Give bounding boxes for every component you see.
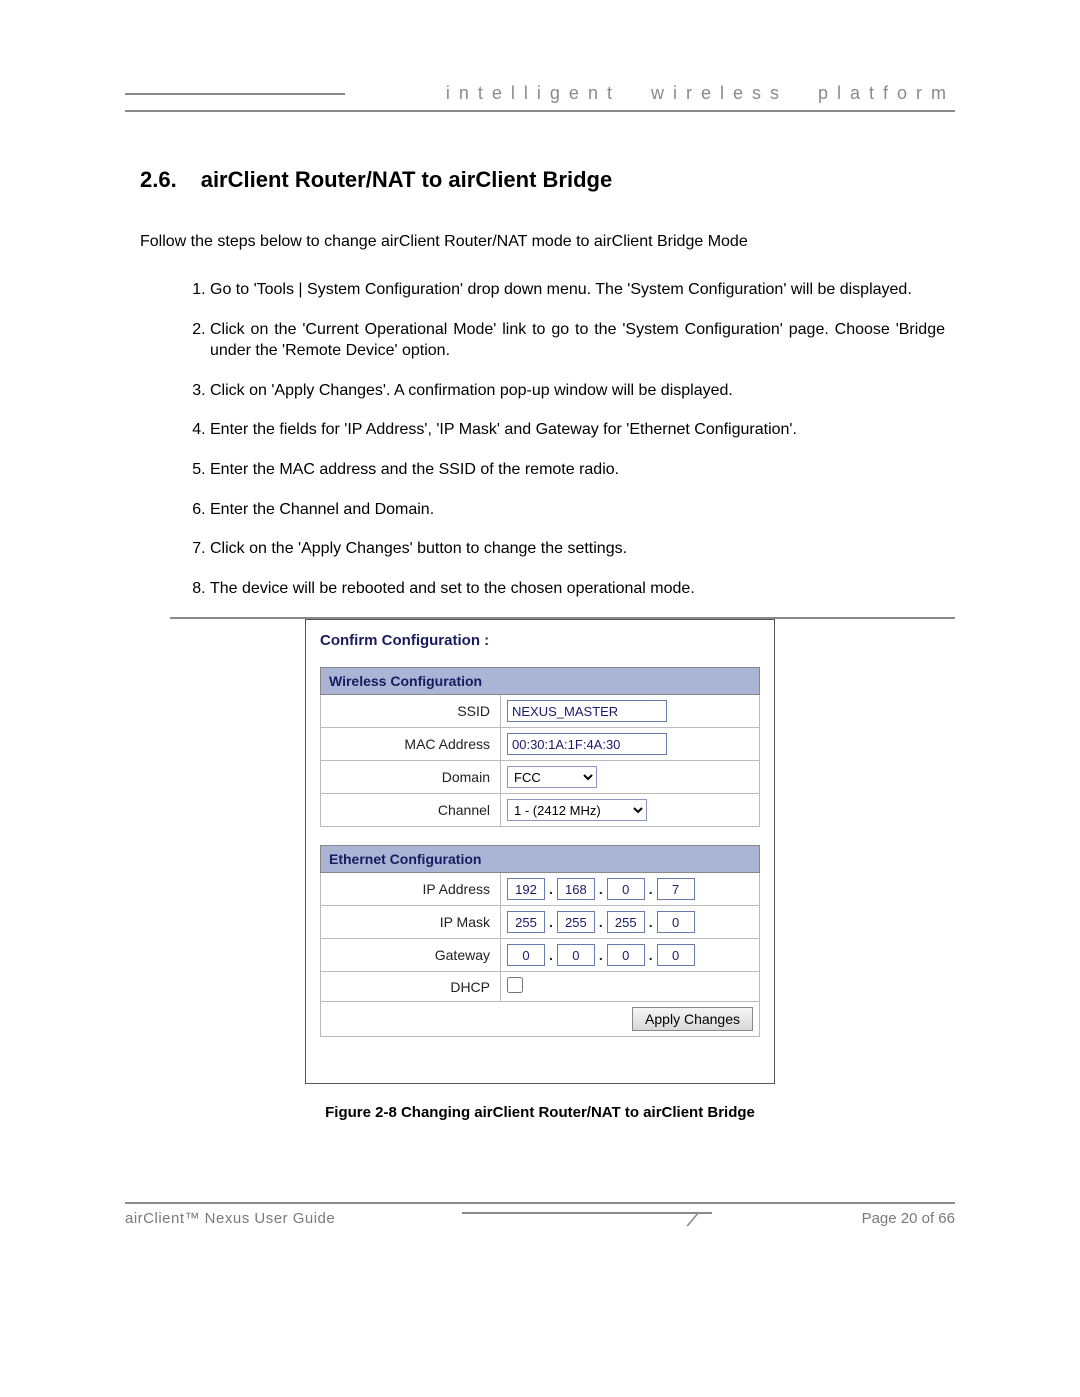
footer-rule [335, 1218, 861, 1219]
ssid-input[interactable] [507, 700, 667, 722]
mask-octet-2[interactable] [557, 911, 595, 933]
ip-label: IP Address [321, 873, 501, 906]
mask-value: ... [501, 906, 760, 939]
mask-octet-1[interactable] [507, 911, 545, 933]
ip-octet-1[interactable] [507, 878, 545, 900]
gateway-value: ... [501, 939, 760, 972]
page-header: intelligent wireless platform [125, 83, 955, 112]
steps-list: Go to 'Tools | System Configuration' dro… [210, 279, 945, 599]
section-title-text: airClient Router/NAT to airClient Bridge [201, 167, 613, 192]
ethernet-config-table: Ethernet Configuration IP Address ... IP… [320, 845, 760, 1037]
ip-octet-4[interactable] [657, 878, 695, 900]
footer-guide-name: airClient™ Nexus User Guide [125, 1210, 335, 1227]
dhcp-checkbox[interactable] [507, 977, 523, 993]
section-intro: Follow the steps below to change airClie… [140, 233, 955, 251]
figure-caption: Figure 2-8 Changing airClient Router/NAT… [125, 1104, 955, 1121]
gw-octet-1[interactable] [507, 944, 545, 966]
ethernet-config-header: Ethernet Configuration [321, 846, 760, 873]
apply-changes-button[interactable]: Apply Changes [632, 1007, 753, 1031]
section-heading: 2.6. airClient Router/NAT to airClient Br… [140, 167, 955, 193]
section-number: 2.6. [140, 167, 177, 192]
header-rule [125, 93, 345, 95]
mask-octet-3[interactable] [607, 911, 645, 933]
gw-octet-2[interactable] [557, 944, 595, 966]
ip-octet-2[interactable] [557, 878, 595, 900]
ip-value: ... [501, 873, 760, 906]
footer-page-number: Page 20 of 66 [862, 1210, 955, 1227]
channel-select[interactable]: 1 - (2412 MHz) [507, 799, 647, 821]
domain-label: Domain [321, 761, 501, 794]
gw-octet-3[interactable] [607, 944, 645, 966]
step-item: Enter the fields for 'IP Address', 'IP M… [210, 419, 945, 441]
domain-select[interactable]: FCC [507, 766, 597, 788]
page-footer: airClient™ Nexus User Guide Page 20 of 6… [125, 1202, 955, 1227]
gw-octet-4[interactable] [657, 944, 695, 966]
wireless-config-table: Wireless Configuration SSID MAC Address … [320, 667, 760, 827]
step-item: Enter the Channel and Domain. [210, 499, 945, 521]
step-item: Click on 'Apply Changes'. A confirmation… [210, 380, 945, 402]
dhcp-label: DHCP [321, 972, 501, 1002]
header-tagline: intelligent wireless platform [353, 83, 955, 104]
step-item: Enter the MAC address and the SSID of th… [210, 459, 945, 481]
step-item: Go to 'Tools | System Configuration' dro… [210, 279, 945, 301]
step-item: Click on the 'Current Operational Mode' … [210, 319, 945, 362]
mask-octet-4[interactable] [657, 911, 695, 933]
step-item: Click on the 'Apply Changes' button to c… [210, 538, 945, 560]
ip-octet-3[interactable] [607, 878, 645, 900]
wireless-config-header: Wireless Configuration [321, 668, 760, 695]
gateway-label: Gateway [321, 939, 501, 972]
config-panel: Confirm Configuration : Wireless Configu… [305, 619, 775, 1084]
channel-label: Channel [321, 794, 501, 827]
ssid-label: SSID [321, 695, 501, 728]
step-item: The device will be rebooted and set to t… [210, 578, 945, 600]
mask-label: IP Mask [321, 906, 501, 939]
mac-label: MAC Address [321, 728, 501, 761]
mac-input[interactable] [507, 733, 667, 755]
panel-title: Confirm Configuration : [320, 632, 760, 649]
